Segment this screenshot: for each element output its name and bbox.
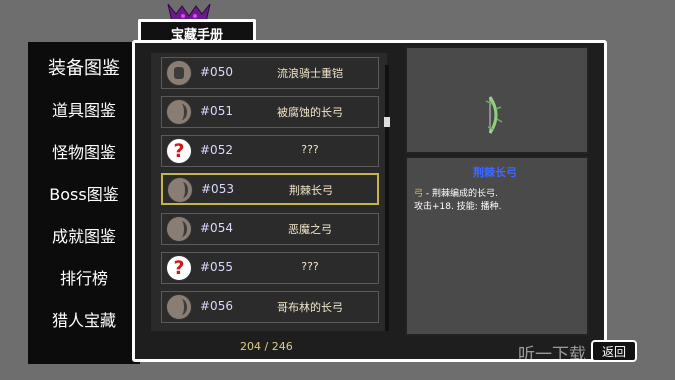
item-name: ??? <box>301 143 319 156</box>
list-item[interactable]: ? #055 ??? <box>161 252 379 284</box>
detail-title: 荆棘长弓 <box>473 166 517 179</box>
sidebar: 装备图鉴 道具图鉴 怪物图鉴 Boss图鉴 成就图鉴 排行榜 猎人宝藏 <box>28 42 140 364</box>
detail-keyword: 弓 <box>414 189 424 199</box>
bow-icon <box>166 294 192 320</box>
back-button[interactable]: 返回 <box>591 340 637 362</box>
list-item[interactable]: #051 被腐蚀的长弓 <box>161 96 379 128</box>
bow-icon <box>166 99 192 125</box>
item-number: #050 <box>200 65 233 79</box>
list-item[interactable]: #050 流浪骑士重铠 <box>161 57 379 89</box>
item-name: 流浪骑士重铠 <box>277 67 343 80</box>
question-mark-icon: ? <box>166 255 192 281</box>
scrollbar-track[interactable] <box>385 65 389 331</box>
item-number: #053 <box>201 182 234 196</box>
sidebar-item-bosses[interactable]: Boss图鉴 <box>28 174 140 212</box>
sidebar-item-achievements[interactable]: 成就图鉴 <box>28 216 140 254</box>
armor-icon <box>166 60 192 86</box>
list-item[interactable]: ? #052 ??? <box>161 135 379 167</box>
detail-line-1: 弓 - 荆棘编成的长弓. <box>414 186 498 199</box>
list-item[interactable]: #054 恶魔之弓 <box>161 213 379 245</box>
watermark: 听一下载 <box>518 345 586 365</box>
thorn-bow-icon <box>485 96 503 134</box>
item-number: #054 <box>200 221 233 235</box>
item-number: #055 <box>200 260 233 274</box>
bow-icon <box>166 216 192 242</box>
item-name: 荆棘长弓 <box>289 184 333 197</box>
sidebar-item-monsters[interactable]: 怪物图鉴 <box>28 132 140 170</box>
sidebar-item-hunter-treasure[interactable]: 猎人宝藏 <box>28 300 140 338</box>
question-mark-icon: ? <box>166 138 192 164</box>
sidebar-item-items[interactable]: 道具图鉴 <box>28 90 140 128</box>
item-description-panel <box>405 156 589 336</box>
scrollbar-thumb[interactable] <box>384 117 390 127</box>
collection-count: 204 / 246 <box>240 340 293 353</box>
list-item[interactable]: #056 哥布林的长弓 <box>161 291 379 323</box>
item-number: #051 <box>200 104 233 118</box>
list-item-selected[interactable]: #053 荆棘长弓 <box>161 173 379 205</box>
detail-line-1-text: - 荆棘编成的长弓. <box>423 189 498 199</box>
item-number: #052 <box>200 143 233 157</box>
detail-line-2: 攻击+18. 技能: 播种. <box>414 202 502 212</box>
item-name: 被腐蚀的长弓 <box>277 106 343 119</box>
sidebar-item-leaderboard[interactable]: 排行榜 <box>28 258 140 296</box>
item-name: 哥布林的长弓 <box>277 301 343 314</box>
sidebar-item-equipment[interactable]: 装备图鉴 <box>28 48 140 86</box>
item-name: 恶魔之弓 <box>288 223 332 236</box>
item-number: #056 <box>200 299 233 313</box>
item-name: ??? <box>301 260 319 273</box>
bow-icon <box>167 177 193 203</box>
